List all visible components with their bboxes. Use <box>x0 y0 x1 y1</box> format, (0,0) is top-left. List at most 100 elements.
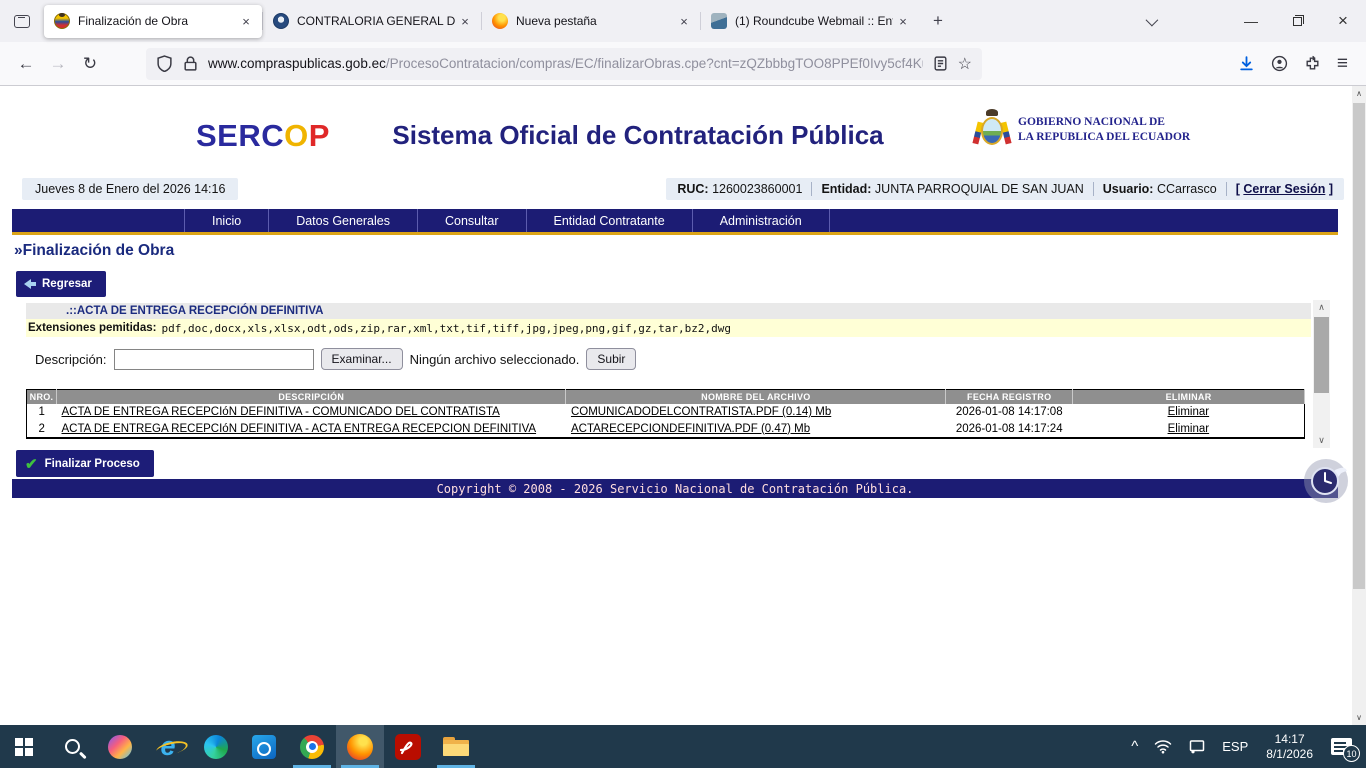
outlook-button[interactable] <box>240 725 288 768</box>
col-nombre-archivo: NOMBRE DEL ARCHIVO <box>566 390 946 404</box>
entity-value: JUNTA PARROQUIAL DE SAN JUAN <box>875 182 1084 196</box>
entity-label: Entidad: <box>821 182 871 196</box>
delete-link[interactable]: Eliminar <box>1168 406 1210 418</box>
document-file-link[interactable]: ACTARECEPCIONDEFINITIVA.PDF (0.47) Mb <box>571 423 810 435</box>
browser-scrollbar[interactable]: ∧ ∨ <box>1352 86 1366 725</box>
delete-link[interactable]: Eliminar <box>1168 423 1210 435</box>
folder-icon <box>443 737 469 756</box>
tab-close-button[interactable]: × <box>674 11 694 31</box>
menu-hamburger-icon[interactable]: ≡ <box>1337 53 1348 75</box>
tab-close-button[interactable]: × <box>455 11 475 31</box>
nav-item-entidad-contratante[interactable]: Entidad Contratante <box>526 209 692 232</box>
upload-button[interactable]: Subir <box>586 348 636 370</box>
new-tab-button[interactable]: + <box>923 6 953 36</box>
bookmark-star-icon[interactable]: ☆ <box>958 54 972 74</box>
nav-item-administracion[interactable]: Administración <box>692 209 830 232</box>
firefox-icon <box>347 734 373 760</box>
col-nro: NRO. <box>27 390 57 404</box>
nav-item-inicio[interactable]: Inicio <box>184 209 268 232</box>
nav-item-datos-generales[interactable]: Datos Generales <box>268 209 417 232</box>
document-description-link[interactable]: ACTA DE ENTREGA RECEPCIóN DEFINITIVA - A… <box>61 423 536 435</box>
gov-line1: GOBIERNO NACIONAL DE <box>1018 115 1190 130</box>
timer-extension-overlay[interactable] <box>1303 457 1350 504</box>
taskbar-search-button[interactable] <box>48 725 96 768</box>
downloads-icon[interactable] <box>1238 55 1255 72</box>
no-file-selected-text: Ningún archivo seleccionado. <box>410 352 580 367</box>
firefox-button[interactable] <box>336 725 384 768</box>
user-value: CCarrasco <box>1157 182 1217 196</box>
tab-close-button[interactable]: × <box>236 11 256 31</box>
clock[interactable]: 14:17 8/1/2026 <box>1256 725 1323 768</box>
notification-center-button[interactable]: 10 <box>1323 725 1366 768</box>
firefox-view-button[interactable] <box>8 7 36 35</box>
logout-bracket-open: [ <box>1236 182 1240 196</box>
inner-scrollbar-thumb[interactable] <box>1314 317 1329 393</box>
back-arrow-icon <box>24 279 36 289</box>
ruc: RUC: 1260023860001 <box>677 182 802 196</box>
logout-link[interactable]: Cerrar Sesión <box>1243 182 1325 196</box>
separator <box>1093 182 1094 196</box>
browse-file-button[interactable]: Examinar... <box>321 348 403 370</box>
table-row: 1 ACTA DE ENTREGA RECEPCIóN DEFINITIVA -… <box>27 404 1305 421</box>
lock-icon[interactable] <box>182 55 199 72</box>
search-icon <box>65 739 80 754</box>
back-button[interactable]: ← <box>10 48 42 80</box>
tab-finalizacion-de-obra[interactable]: Finalización de Obra × <box>44 5 262 38</box>
row-fecha: 2026-01-08 14:17:24 <box>946 421 1073 438</box>
browser-scrollbar-thumb[interactable] <box>1353 103 1365 589</box>
ecuador-coat-of-arms-icon <box>975 108 1009 152</box>
chrome-button[interactable] <box>288 725 336 768</box>
tab-close-button[interactable]: × <box>893 11 913 31</box>
scroll-up-arrow[interactable]: ∧ <box>1352 86 1366 101</box>
scroll-up-arrow[interactable]: ∧ <box>1313 300 1330 315</box>
tab-title: Finalización de Obra <box>78 14 236 28</box>
reload-button[interactable]: ↻ <box>74 48 106 80</box>
close-window-button[interactable]: × <box>1320 0 1366 42</box>
scroll-down-arrow[interactable]: ∨ <box>1352 710 1366 725</box>
internet-explorer-button[interactable]: e <box>144 725 192 768</box>
regresar-button[interactable]: Regresar <box>16 271 106 297</box>
acrobat-button[interactable] <box>384 725 432 768</box>
tab-nueva-pestana[interactable]: Nueva pestaña × <box>482 5 700 38</box>
language-indicator[interactable]: ESP <box>1214 725 1256 768</box>
url-text[interactable]: www.compraspublicas.gob.ec/ProcesoContra… <box>208 56 923 71</box>
description-input[interactable] <box>114 349 314 370</box>
start-button[interactable] <box>0 725 48 768</box>
shield-icon[interactable] <box>156 55 173 72</box>
copilot-icon <box>108 735 132 759</box>
finalizar-proceso-button[interactable]: ✔ Finalizar Proceso <box>16 450 154 477</box>
ecuador-crest-favicon <box>54 13 70 29</box>
extensions-puzzle-icon[interactable] <box>1304 55 1321 72</box>
separator <box>1226 182 1227 196</box>
wifi-icon[interactable] <box>1146 725 1180 768</box>
tab-contraloria[interactable]: CONTRALORIA GENERAL DEL ES × <box>263 5 481 38</box>
row-nro: 1 <box>27 404 57 421</box>
restore-button[interactable] <box>1274 0 1320 42</box>
scroll-down-arrow[interactable]: ∨ <box>1313 433 1330 448</box>
nav-item-consultar[interactable]: Consultar <box>417 209 526 232</box>
edge-button[interactable] <box>192 725 240 768</box>
col-fecha-registro: FECHA REGISTRO <box>946 390 1073 404</box>
page-content: SERCOP Sistema Oficial de Contratación P… <box>0 86 1366 725</box>
document-description-link[interactable]: ACTA DE ENTREGA RECEPCIóN DEFINITIVA - C… <box>61 406 499 418</box>
tray-show-hidden-icons[interactable]: ^ <box>1123 725 1146 768</box>
minimize-button[interactable]: — <box>1228 0 1274 42</box>
browser-titlebar: Finalización de Obra × CONTRALORIA GENER… <box>0 0 1366 42</box>
reader-mode-icon[interactable] <box>932 55 949 72</box>
cast-screen-icon[interactable] <box>1180 725 1214 768</box>
document-file-link[interactable]: COMUNICADODELCONTRATISTA.PDF (0.14) Mb <box>571 406 831 418</box>
account-icon[interactable] <box>1271 55 1288 72</box>
inner-scrollbar[interactable]: ∧ ∨ <box>1313 300 1330 448</box>
tray-date: 8/1/2026 <box>1266 747 1313 762</box>
firefox-favicon <box>492 13 508 29</box>
finalizar-label: Finalizar Proceso <box>45 458 140 470</box>
roundcube-favicon <box>711 13 727 29</box>
url-path: /ProcesoContratacion/compras/EC/finaliza… <box>386 56 923 71</box>
url-bar[interactable]: www.compraspublicas.gob.ec/ProcesoContra… <box>146 48 982 80</box>
list-all-tabs-button[interactable] <box>1134 5 1166 37</box>
file-explorer-button[interactable] <box>432 725 480 768</box>
tab-roundcube-webmail[interactable]: (1) Roundcube Webmail :: Entra × <box>701 5 919 38</box>
windows-logo-icon <box>15 738 33 756</box>
copilot-button[interactable] <box>96 725 144 768</box>
window-controls: — × <box>1134 0 1366 42</box>
